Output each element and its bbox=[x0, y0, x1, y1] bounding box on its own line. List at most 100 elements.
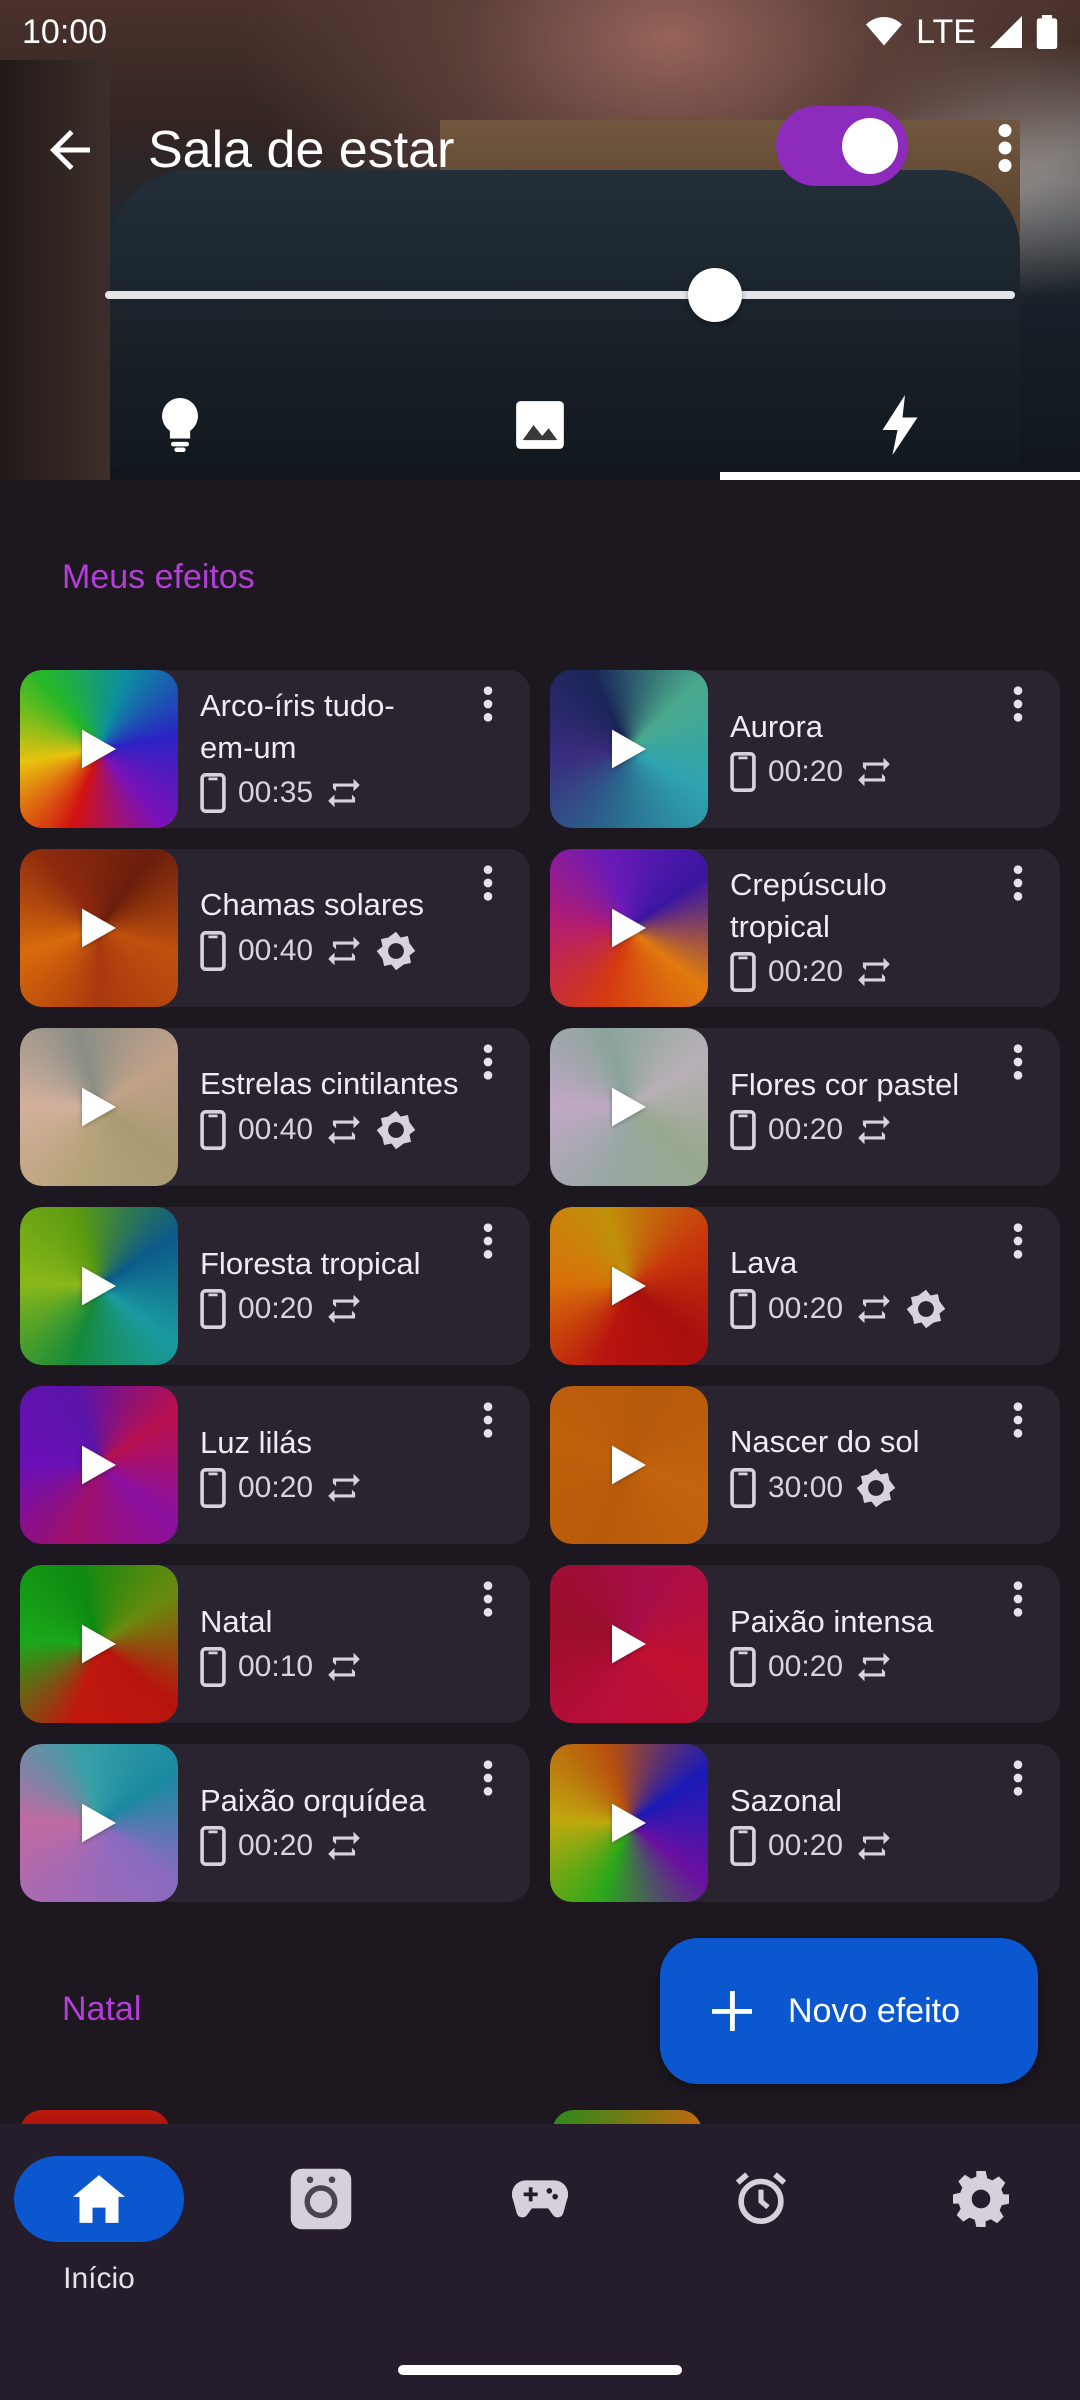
effect-info: Flores cor pastel 00:20 bbox=[708, 1028, 1060, 1186]
effect-info: Arco-íris tudo-em-um 00:35 bbox=[178, 670, 530, 828]
effect-duration: 00:35 bbox=[238, 776, 314, 809]
play-icon bbox=[612, 1803, 646, 1843]
effect-more-button[interactable] bbox=[482, 684, 512, 734]
play-icon bbox=[82, 729, 116, 769]
effect-play-button[interactable] bbox=[20, 1565, 178, 1723]
effect-play-button[interactable] bbox=[550, 670, 708, 828]
repeat-icon bbox=[328, 1831, 360, 1861]
effect-name: Lava bbox=[730, 1245, 798, 1280]
nav-games[interactable] bbox=[455, 2156, 625, 2326]
effect-info: Paixão intensa 00:20 bbox=[708, 1565, 1060, 1723]
power-toggle[interactable] bbox=[776, 106, 908, 186]
effect-name: Aurora bbox=[730, 709, 824, 744]
new-effect-label: Novo efeito bbox=[788, 1991, 960, 2030]
effect-duration: 00:10 bbox=[238, 1650, 314, 1683]
nav-home[interactable]: Início bbox=[14, 2156, 184, 2326]
effect-name: Natal bbox=[200, 1604, 273, 1639]
effect-play-button[interactable] bbox=[550, 1386, 708, 1544]
effect-name: Nascer do sol bbox=[730, 1424, 920, 1459]
image-icon bbox=[516, 401, 564, 449]
tab-scenes[interactable] bbox=[360, 370, 720, 480]
effect-more-button[interactable] bbox=[482, 1042, 512, 1092]
effect-play-button[interactable] bbox=[20, 1386, 178, 1544]
effect-play-button[interactable] bbox=[20, 1207, 178, 1365]
effect-card[interactable]: Floresta tropical 00:20 bbox=[20, 1207, 530, 1365]
slider-thumb[interactable] bbox=[687, 268, 742, 322]
new-effect-button[interactable]: Novo efeito bbox=[660, 1938, 1038, 2084]
repeat-icon bbox=[858, 757, 890, 787]
effect-meta: 00:20 bbox=[200, 1826, 530, 1866]
effect-duration: 00:20 bbox=[768, 1650, 844, 1683]
phone-icon bbox=[730, 1110, 756, 1150]
effect-play-button[interactable] bbox=[550, 849, 708, 1007]
effect-play-button[interactable] bbox=[20, 849, 178, 1007]
more-vert-icon bbox=[483, 1044, 493, 1080]
toggle-knob bbox=[842, 118, 898, 174]
effect-more-button[interactable] bbox=[482, 1221, 512, 1271]
repeat-icon bbox=[328, 1294, 360, 1324]
effect-info: Crepúsculo tropical 00:20 bbox=[708, 849, 1060, 1007]
more-vert-icon bbox=[483, 1760, 493, 1796]
home-icon bbox=[73, 2175, 125, 2223]
effect-play-button[interactable] bbox=[550, 1028, 708, 1186]
effect-duration: 00:20 bbox=[768, 955, 844, 988]
effect-play-button[interactable] bbox=[550, 1744, 708, 1902]
overflow-menu-button[interactable] bbox=[990, 118, 1020, 178]
effect-info: Floresta tropical 00:20 bbox=[178, 1207, 530, 1365]
brightness-settings-icon bbox=[906, 1289, 946, 1329]
effect-more-button[interactable] bbox=[1012, 1758, 1042, 1808]
effect-duration: 00:20 bbox=[238, 1829, 314, 1862]
effect-play-button[interactable] bbox=[20, 670, 178, 828]
repeat-icon bbox=[328, 778, 360, 808]
phone-icon bbox=[730, 952, 756, 992]
status-icons: LTE bbox=[866, 13, 1058, 52]
effect-more-button[interactable] bbox=[1012, 1579, 1042, 1629]
nav-settings[interactable] bbox=[896, 2156, 1066, 2326]
effect-play-button[interactable] bbox=[550, 1207, 708, 1365]
effect-more-button[interactable] bbox=[482, 1758, 512, 1808]
brightness-settings-icon bbox=[856, 1468, 896, 1508]
gesture-bar[interactable] bbox=[398, 2365, 682, 2375]
effect-card[interactable]: Lava 00:20 bbox=[550, 1207, 1060, 1365]
effect-more-button[interactable] bbox=[482, 1579, 512, 1629]
effect-card[interactable]: Aurora 00:20 bbox=[550, 670, 1060, 828]
effect-card[interactable]: Paixão intensa 00:20 bbox=[550, 1565, 1060, 1723]
effect-play-button[interactable] bbox=[20, 1744, 178, 1902]
effect-meta: 00:20 bbox=[730, 1288, 1060, 1330]
nav-devices[interactable] bbox=[236, 2156, 406, 2326]
effect-card[interactable]: Sazonal 00:20 bbox=[550, 1744, 1060, 1902]
effect-meta: 00:20 bbox=[200, 1289, 530, 1329]
effect-card[interactable]: Crepúsculo tropical 00:20 bbox=[550, 849, 1060, 1007]
brightness-slider[interactable] bbox=[105, 268, 1015, 322]
nav-settings-pill bbox=[896, 2156, 1066, 2242]
effect-card[interactable]: Luz lilás 00:20 bbox=[20, 1386, 530, 1544]
repeat-icon bbox=[328, 1473, 360, 1503]
alarm-icon bbox=[735, 2172, 787, 2224]
effect-more-button[interactable] bbox=[482, 1400, 512, 1450]
back-button[interactable] bbox=[40, 120, 110, 180]
effect-card[interactable]: Natal 00:10 bbox=[20, 1565, 530, 1723]
effect-play-button[interactable] bbox=[20, 1028, 178, 1186]
nav-home-pill bbox=[14, 2156, 184, 2242]
effect-more-button[interactable] bbox=[1012, 1400, 1042, 1450]
effect-more-button[interactable] bbox=[482, 863, 512, 913]
effect-play-button[interactable] bbox=[550, 1565, 708, 1723]
repeat-icon bbox=[328, 936, 360, 966]
effect-card[interactable]: Arco-íris tudo-em-um 00:35 bbox=[20, 670, 530, 828]
effect-card[interactable]: Nascer do sol 30:00 bbox=[550, 1386, 1060, 1544]
room-title: Sala de estar bbox=[148, 121, 455, 179]
effect-more-button[interactable] bbox=[1012, 684, 1042, 734]
play-icon bbox=[82, 1087, 116, 1127]
mode-tabs bbox=[0, 370, 1080, 480]
effect-card[interactable]: Chamas solares 00:40 bbox=[20, 849, 530, 1007]
effect-card[interactable]: Paixão orquídea 00:20 bbox=[20, 1744, 530, 1902]
effect-more-button[interactable] bbox=[1012, 863, 1042, 913]
effect-name: Arco-íris tudo-em-um bbox=[200, 688, 395, 765]
effect-card[interactable]: Flores cor pastel 00:20 bbox=[550, 1028, 1060, 1186]
effect-more-button[interactable] bbox=[1012, 1221, 1042, 1271]
effect-more-button[interactable] bbox=[1012, 1042, 1042, 1092]
nav-alarms[interactable] bbox=[676, 2156, 846, 2326]
tab-effects[interactable] bbox=[720, 370, 1080, 480]
tab-lights[interactable] bbox=[0, 370, 360, 480]
effect-card[interactable]: Estrelas cintilantes 00:40 bbox=[20, 1028, 530, 1186]
